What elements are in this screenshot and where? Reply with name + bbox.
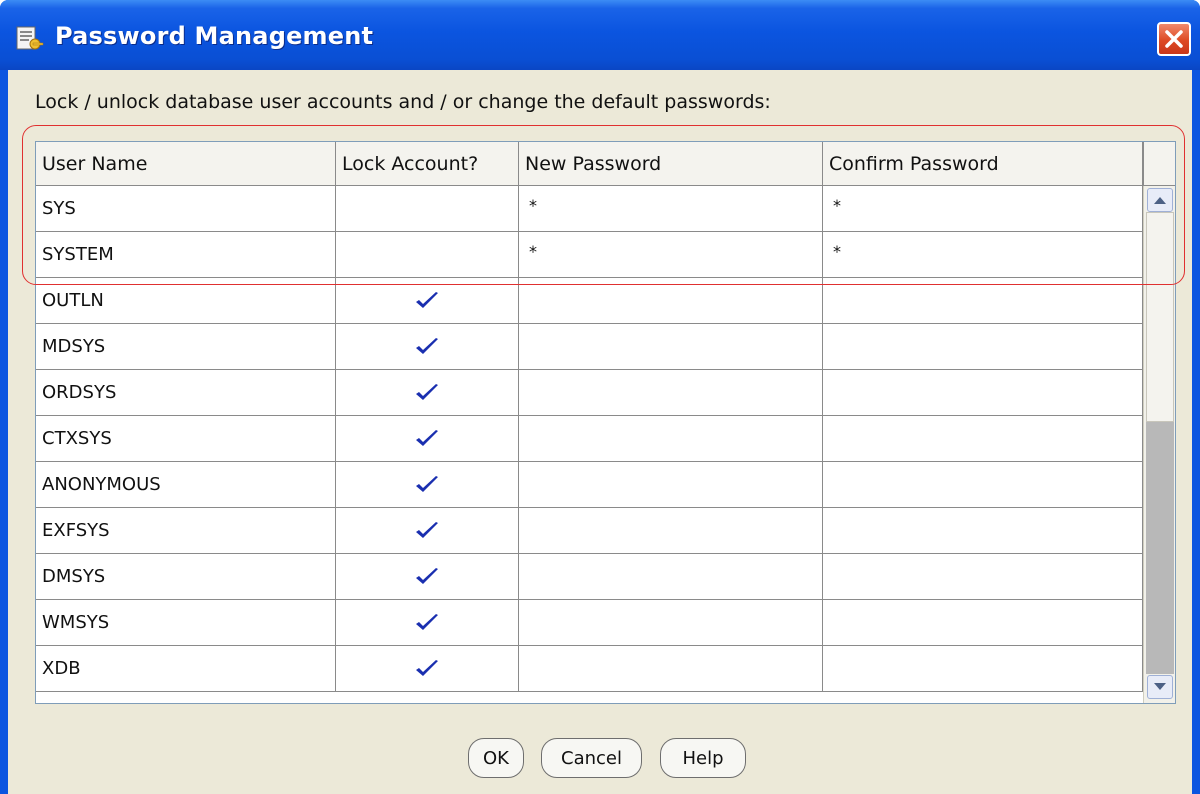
help-button[interactable]: Help: [660, 738, 746, 778]
cell-confirm-password[interactable]: [823, 416, 1143, 462]
checkmark-icon: [416, 659, 438, 676]
instructions-text: Lock / unlock database user accounts and…: [35, 91, 771, 113]
cell-user-name[interactable]: SYSTEM: [36, 232, 336, 278]
scroll-up-button[interactable]: [1147, 188, 1173, 212]
cell-lock-account[interactable]: [336, 416, 519, 462]
column-header-new-password[interactable]: New Password: [519, 142, 823, 186]
cell-user-name[interactable]: OUTLN: [36, 278, 336, 324]
cell-confirm-password[interactable]: *: [823, 232, 1143, 278]
cell-lock-account[interactable]: [336, 278, 519, 324]
cell-confirm-password[interactable]: [823, 508, 1143, 554]
cell-confirm-password[interactable]: [823, 278, 1143, 324]
cell-new-password[interactable]: [519, 462, 823, 508]
table-row[interactable]: EXFSYS: [36, 508, 1143, 554]
cell-confirm-password[interactable]: [823, 462, 1143, 508]
cell-new-password[interactable]: [519, 554, 823, 600]
checkmark-icon: [416, 337, 438, 354]
ok-button[interactable]: OK: [468, 738, 524, 778]
checkmark-icon: [416, 383, 438, 400]
cell-confirm-password[interactable]: *: [823, 186, 1143, 232]
arrow-down-icon: [1154, 683, 1166, 690]
cell-user-name[interactable]: ANONYMOUS: [36, 462, 336, 508]
cell-new-password[interactable]: [519, 416, 823, 462]
vertical-scrollbar[interactable]: [1143, 186, 1175, 703]
checkmark-icon: [416, 521, 438, 538]
table-row[interactable]: ANONYMOUS: [36, 462, 1143, 508]
cell-new-password[interactable]: [519, 370, 823, 416]
column-header-confirm-password[interactable]: Confirm Password: [823, 142, 1143, 186]
table-row[interactable]: MDSYS: [36, 324, 1143, 370]
cell-lock-account[interactable]: [336, 186, 519, 232]
table-row[interactable]: XDB: [36, 646, 1143, 692]
cell-lock-account[interactable]: [336, 600, 519, 646]
checkmark-icon: [416, 291, 438, 308]
scrollbar-thumb[interactable]: [1146, 212, 1174, 422]
title-bar[interactable]: Password Management: [0, 0, 1200, 70]
cell-user-name[interactable]: CTXSYS: [36, 416, 336, 462]
scroll-down-button[interactable]: [1147, 675, 1173, 699]
table-row[interactable]: DMSYS: [36, 554, 1143, 600]
cell-user-name[interactable]: XDB: [36, 646, 336, 692]
table-row[interactable]: SYS * *: [36, 186, 1143, 232]
cell-lock-account[interactable]: [336, 232, 519, 278]
checkmark-icon: [416, 613, 438, 630]
cell-new-password[interactable]: *: [519, 186, 823, 232]
cell-confirm-password[interactable]: [823, 370, 1143, 416]
close-icon: [1165, 30, 1183, 48]
cell-user-name[interactable]: MDSYS: [36, 324, 336, 370]
window-title: Password Management: [55, 22, 374, 50]
cell-user-name[interactable]: DMSYS: [36, 554, 336, 600]
column-header-user-name[interactable]: User Name: [36, 142, 336, 186]
cell-new-password[interactable]: *: [519, 232, 823, 278]
close-button[interactable]: [1157, 22, 1191, 56]
cell-lock-account[interactable]: [336, 646, 519, 692]
checkmark-icon: [416, 475, 438, 492]
cell-new-password[interactable]: [519, 646, 823, 692]
cell-user-name[interactable]: SYS: [36, 186, 336, 232]
cell-new-password[interactable]: [519, 324, 823, 370]
cell-user-name[interactable]: ORDSYS: [36, 370, 336, 416]
password-management-window: Password Management Lock / unlock databa…: [0, 0, 1200, 794]
cell-confirm-password[interactable]: [823, 324, 1143, 370]
cell-lock-account[interactable]: [336, 370, 519, 416]
column-header-lock-account[interactable]: Lock Account?: [336, 142, 519, 186]
user-accounts-table: User Name Lock Account? New Password Con…: [35, 141, 1176, 704]
arrow-up-icon: [1154, 197, 1166, 204]
table-corner: [1143, 142, 1175, 186]
cell-new-password[interactable]: [519, 278, 823, 324]
cell-new-password[interactable]: [519, 508, 823, 554]
cell-lock-account[interactable]: [336, 508, 519, 554]
cell-user-name[interactable]: EXFSYS: [36, 508, 336, 554]
cell-lock-account[interactable]: [336, 324, 519, 370]
table-row[interactable]: OUTLN: [36, 278, 1143, 324]
cell-confirm-password[interactable]: [823, 646, 1143, 692]
cell-new-password[interactable]: [519, 600, 823, 646]
cell-confirm-password[interactable]: [823, 554, 1143, 600]
table-row[interactable]: SYSTEM * *: [36, 232, 1143, 278]
checkmark-icon: [416, 567, 438, 584]
cell-confirm-password[interactable]: [823, 600, 1143, 646]
cancel-button[interactable]: Cancel: [541, 738, 642, 778]
password-management-icon: [16, 26, 44, 50]
cell-lock-account[interactable]: [336, 462, 519, 508]
cell-user-name[interactable]: WMSYS: [36, 600, 336, 646]
checkmark-icon: [416, 429, 438, 446]
table-row[interactable]: CTXSYS: [36, 416, 1143, 462]
cell-lock-account[interactable]: [336, 554, 519, 600]
table-row[interactable]: ORDSYS: [36, 370, 1143, 416]
table-row[interactable]: WMSYS: [36, 600, 1143, 646]
